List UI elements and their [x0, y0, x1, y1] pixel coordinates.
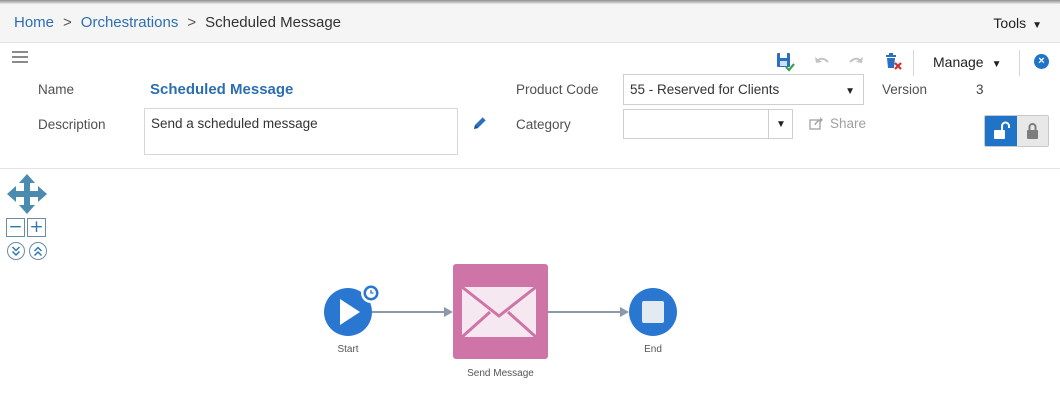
toolbar-divider	[913, 50, 914, 76]
version-label: Version	[882, 82, 928, 97]
envelope-icon	[461, 285, 537, 339]
caret-down-icon: ▼	[776, 119, 786, 130]
share-label: Share	[830, 116, 867, 131]
lock-toggle-group	[984, 115, 1049, 147]
start-node-label: Start	[337, 344, 359, 355]
breadcrumb-bar: Home > Orchestrations > Scheduled Message To…	[0, 4, 1060, 43]
end-node-label: End	[644, 344, 662, 355]
connector-task-to-end	[548, 307, 629, 317]
breadcrumb-separator: >	[63, 14, 72, 31]
undo-icon[interactable]	[812, 52, 832, 72]
caret-down-icon: ▼	[991, 59, 1002, 70]
unlock-button[interactable]	[985, 116, 1017, 146]
tools-label: Tools	[993, 15, 1027, 31]
close-icon[interactable]: ×	[1034, 54, 1049, 69]
breadcrumb-orchestrations-link[interactable]: Orchestrations	[81, 14, 179, 31]
stop-icon	[642, 301, 664, 323]
category-label: Category	[516, 117, 571, 132]
manage-label: Manage	[933, 54, 984, 70]
header-divider	[0, 168, 1060, 169]
version-value: 3	[976, 82, 984, 97]
share-icon	[809, 117, 823, 130]
delete-icon[interactable]	[883, 52, 903, 72]
end-node[interactable]	[629, 288, 677, 336]
hamburger-menu-icon[interactable]	[12, 51, 28, 63]
description-label: Description	[38, 117, 106, 132]
send-message-node-label: Send Message	[467, 368, 534, 379]
breadcrumb: Home > Orchestrations > Scheduled Message	[14, 14, 341, 31]
breadcrumb-current: Scheduled Message	[205, 14, 342, 31]
manage-menu-button[interactable]: Manage ▼	[933, 54, 1002, 70]
name-value[interactable]: Scheduled Message	[150, 81, 293, 98]
category-select[interactable]: ▼	[623, 109, 793, 139]
connector-start-to-task	[372, 307, 453, 317]
unlock-icon	[994, 121, 1010, 139]
category-dropdown-button[interactable]: ▼	[768, 110, 792, 138]
send-message-node[interactable]	[453, 264, 548, 359]
start-node[interactable]	[324, 283, 381, 336]
lock-button[interactable]	[1017, 116, 1048, 146]
tools-menu-button[interactable]: Tools ▼	[993, 15, 1042, 31]
save-icon[interactable]	[775, 52, 795, 72]
product-code-label: Product Code	[516, 82, 599, 97]
lock-icon	[1027, 123, 1038, 139]
name-label: Name	[38, 82, 75, 97]
caret-down-icon: ▼	[1032, 20, 1042, 31]
share-button[interactable]: Share	[809, 116, 866, 131]
toolbar-divider	[1019, 50, 1020, 76]
pencil-edit-icon[interactable]	[471, 114, 489, 132]
redo-icon[interactable]	[846, 52, 866, 72]
description-field[interactable]: Send a scheduled message	[144, 108, 458, 155]
product-code-select[interactable]: 55 - Reserved for Clients ▼	[623, 74, 864, 105]
caret-down-icon: ▼	[845, 86, 855, 97]
breadcrumb-separator: >	[187, 14, 197, 31]
breadcrumb-home-link[interactable]: Home	[14, 14, 54, 31]
product-code-value: 55 - Reserved for Clients	[630, 82, 780, 97]
clock-icon	[361, 283, 381, 303]
